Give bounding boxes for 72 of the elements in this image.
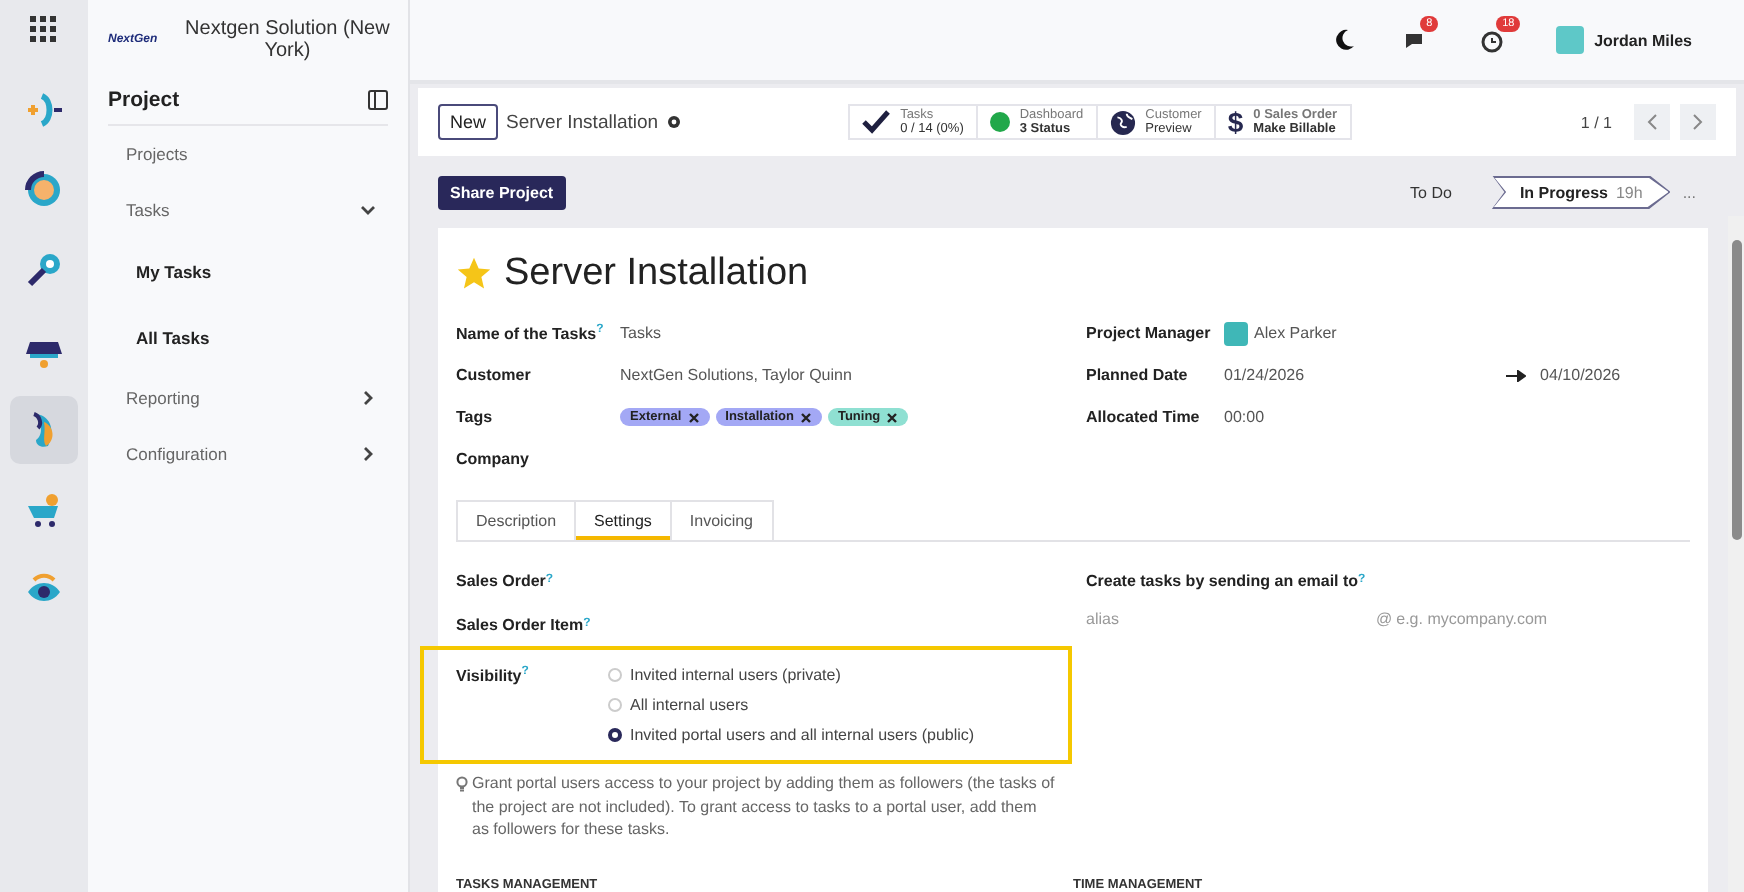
lightbulb-icon xyxy=(456,776,468,792)
avatar xyxy=(1224,321,1248,345)
field-label: Allocated Time xyxy=(1086,408,1200,426)
field-label: Company xyxy=(456,450,529,468)
sidebar-item[interactable]: Reporting xyxy=(88,370,408,426)
alias-field[interactable]: alias xyxy=(1086,610,1376,628)
sidebar-title: Project xyxy=(108,88,180,112)
at-icon: @ xyxy=(1376,610,1393,628)
hint-text: Grant portal users access to your project by adding them as followers (the tasks of the project are not included). To grant access to tasks to a portal user, add them as followers for these tasks. xyxy=(472,772,1056,842)
stage-button[interactable]: In Progress 19h xyxy=(1491,175,1671,209)
field-label: Visibility xyxy=(456,667,522,686)
pager-value: 1 / 1 xyxy=(1580,113,1612,131)
tab[interactable]: Settings xyxy=(574,500,672,540)
next-button[interactable] xyxy=(1680,104,1716,140)
share-project-button[interactable]: Share Project xyxy=(438,175,566,209)
company-name[interactable]: Nextgen Solution (New York) xyxy=(177,17,398,63)
app-grid-icon[interactable] xyxy=(30,16,58,44)
field-value[interactable]: Alex Parker xyxy=(1254,324,1337,342)
app-icon xyxy=(24,490,64,530)
chevron-left-icon xyxy=(1646,114,1658,130)
radio-label[interactable]: Invited portal users and all internal users (public) xyxy=(630,726,975,744)
settings-icon[interactable] xyxy=(666,114,683,130)
radio-label[interactable]: Invited internal users (private) xyxy=(630,666,841,684)
remove-icon[interactable] xyxy=(799,411,812,423)
breadcrumb: Server Installation xyxy=(506,111,659,133)
sidebar-item[interactable]: Projects xyxy=(88,126,408,182)
sidebar-subitem[interactable]: All Tasks xyxy=(88,304,408,370)
remove-icon[interactable] xyxy=(886,411,899,423)
field-label: Planned Date xyxy=(1086,366,1188,384)
dollar-icon: $ xyxy=(1227,106,1244,138)
user-name[interactable]: Jordan Miles xyxy=(1594,31,1692,49)
globe-icon xyxy=(1109,109,1136,135)
sidebar-subitem[interactable]: My Tasks xyxy=(88,238,408,304)
field-label: Sales Order Item xyxy=(456,615,584,633)
field-value[interactable]: NextGen Solutions, Taylor Quinn xyxy=(620,366,852,384)
more-stages-button[interactable]: ... xyxy=(1682,183,1696,201)
field-value[interactable]: Tasks xyxy=(620,324,661,342)
field-value[interactable]: 04/10/2026 xyxy=(1540,366,1621,384)
app-icon xyxy=(24,90,64,130)
new-button[interactable]: New xyxy=(438,104,499,140)
status-dot-icon xyxy=(989,112,1010,132)
check-icon xyxy=(862,108,891,136)
chevron-icon[interactable] xyxy=(360,202,376,218)
stage-button[interactable]: To Do xyxy=(1382,175,1480,209)
app-icon xyxy=(24,250,64,290)
tab[interactable]: Description xyxy=(456,500,577,540)
chevron-icon[interactable] xyxy=(360,446,376,462)
field-label: Name of the Tasks xyxy=(456,324,597,343)
sidebar-item[interactable]: Tasks xyxy=(88,182,408,238)
star-icon[interactable] xyxy=(456,256,492,292)
chevron-right-icon xyxy=(1692,114,1704,130)
previous-button[interactable] xyxy=(1634,104,1670,140)
field-label: Customer xyxy=(456,366,531,384)
app-icon xyxy=(24,170,64,210)
field-value[interactable]: 01/24/2026 xyxy=(1224,366,1305,384)
radio-label[interactable]: All internal users xyxy=(630,696,749,714)
field-label: Sales Order xyxy=(456,571,546,589)
arrow-icon xyxy=(1506,369,1527,381)
sidebar-toggle-icon[interactable] xyxy=(368,90,388,110)
scrollbar[interactable] xyxy=(1728,216,1744,892)
remove-icon[interactable] xyxy=(687,411,700,423)
chevron-icon[interactable] xyxy=(360,390,376,406)
field-label: Tags xyxy=(456,408,493,426)
domain-field[interactable]: e.g. mycompany.com xyxy=(1396,610,1687,628)
tab[interactable]: Invoicing xyxy=(669,500,773,540)
field-label: Create tasks by sending an email to xyxy=(1086,571,1359,589)
record-title: Server Installation xyxy=(504,252,809,296)
field-value[interactable]: 00:00 xyxy=(1224,408,1265,426)
field-label: Project Manager xyxy=(1086,324,1211,342)
moon-icon[interactable] xyxy=(1332,28,1357,52)
sidebar-item[interactable]: Configuration xyxy=(88,426,408,482)
radio-button[interactable] xyxy=(608,728,622,742)
